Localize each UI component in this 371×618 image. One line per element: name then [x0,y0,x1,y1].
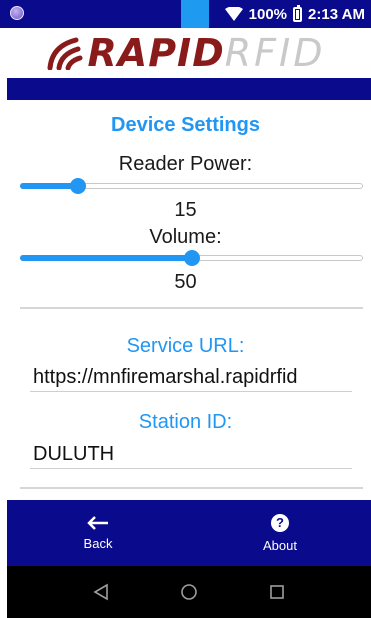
volume-label: Volume: [149,226,222,248]
slider-fill [20,255,192,261]
status-bar: 100% 2:13 AM [0,0,371,28]
status-highlight-block [181,0,209,28]
volume-slider[interactable] [20,250,363,266]
battery-icon [293,4,303,22]
back-triangle-icon[interactable] [91,582,111,602]
reader-power-value: 15 [174,199,197,221]
volume-value: 50 [174,271,197,293]
battery-percent: 100% [248,5,288,23]
reader-power-slider[interactable] [20,178,363,194]
logo-text-rapid: RAPID [87,31,225,75]
app-notification-icon [10,6,24,20]
android-nav-bar [7,566,371,618]
about-label: About [263,537,297,553]
logo-text-rfid: RFID [224,31,326,75]
wifi-icon [224,7,243,21]
about-button[interactable]: ? About [189,500,371,566]
app-logo: RAPID RFID [0,28,371,78]
recents-square-icon[interactable] [267,582,287,602]
back-button[interactable]: Back [7,500,189,566]
station-id-label: Station ID: [138,411,233,433]
service-url-label: Service URL: [126,335,245,357]
clock: 2:13 AM [308,5,365,23]
slider-thumb[interactable] [70,178,87,194]
bottom-nav: Back ? About [7,500,371,566]
header-bar [7,78,371,100]
divider [20,307,363,309]
station-id-input[interactable] [30,441,352,469]
arrow-left-icon [87,515,108,530]
slider-thumb[interactable] [183,250,200,266]
status-indicators: 100% 2:13 AM [224,0,365,28]
back-label: Back [83,535,113,551]
reader-power-label: Reader Power: [118,153,253,175]
divider [20,487,363,489]
home-circle-icon[interactable] [179,582,199,602]
rfid-wave-icon [47,37,83,70]
section-title: Device Settings [111,114,260,136]
service-url-input[interactable] [30,364,352,392]
help-icon: ? [271,513,289,532]
